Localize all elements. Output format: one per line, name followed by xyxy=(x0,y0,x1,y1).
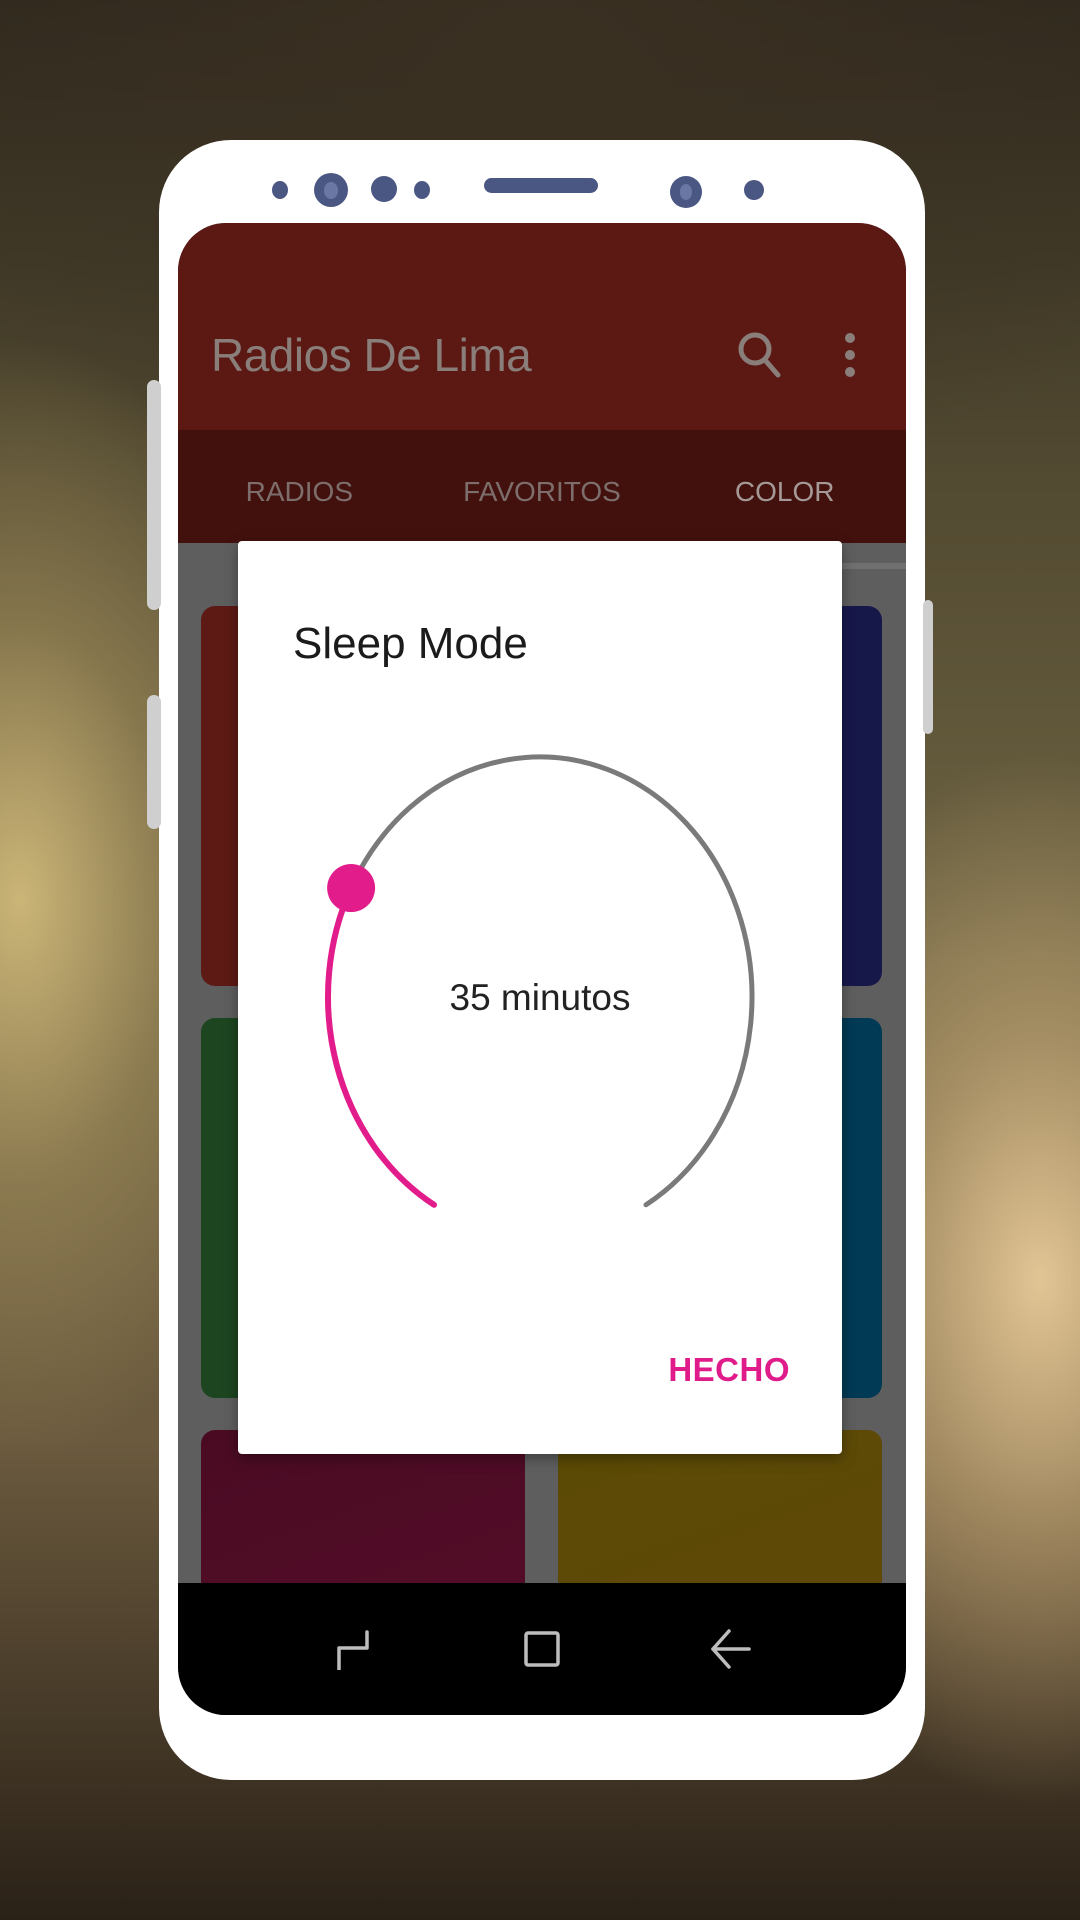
phone-camera-lens xyxy=(314,173,348,207)
home-icon xyxy=(524,1631,560,1667)
phone-sensor-dot xyxy=(272,181,288,199)
tab-radios[interactable]: RADIOS xyxy=(178,430,421,543)
app-title: Radios De Lima xyxy=(211,329,532,381)
app-bar: Radios De Lima xyxy=(178,223,906,430)
sleep-mode-dialog: Sleep Mode 35 minutos HECHO xyxy=(238,541,842,1454)
more-options-button[interactable] xyxy=(828,325,872,385)
phone-volume-down-button xyxy=(147,695,161,829)
phone-volume-up-button xyxy=(147,380,161,610)
recent-apps-button[interactable] xyxy=(323,1619,383,1679)
search-icon xyxy=(738,332,781,378)
back-button[interactable] xyxy=(701,1619,761,1679)
tab-bar: RADIOS FAVORITOS COLOR xyxy=(178,430,906,543)
tab-color[interactable]: COLOR xyxy=(663,430,906,543)
system-navigation-bar xyxy=(178,1583,906,1715)
home-button[interactable] xyxy=(512,1619,572,1679)
phone-sensor-dot xyxy=(744,180,764,200)
phone-sensor-dot xyxy=(414,181,430,199)
search-button[interactable] xyxy=(730,325,790,385)
phone-speaker-grille xyxy=(484,178,598,193)
recent-apps-icon xyxy=(336,1630,369,1670)
phone-camera-lens xyxy=(670,176,702,208)
more-vert-icon xyxy=(845,333,855,377)
done-button[interactable]: HECHO xyxy=(668,1351,790,1389)
dial-thumb-handle[interactable] xyxy=(327,864,376,913)
tab-favoritos[interactable]: FAVORITOS xyxy=(421,430,664,543)
dial-progress-arc xyxy=(324,885,437,1208)
back-arrow-icon xyxy=(711,1629,752,1669)
timer-value-label: 35 minutos xyxy=(449,977,631,1018)
phone-sensor-dot xyxy=(371,176,397,202)
phone-power-button xyxy=(923,600,933,734)
